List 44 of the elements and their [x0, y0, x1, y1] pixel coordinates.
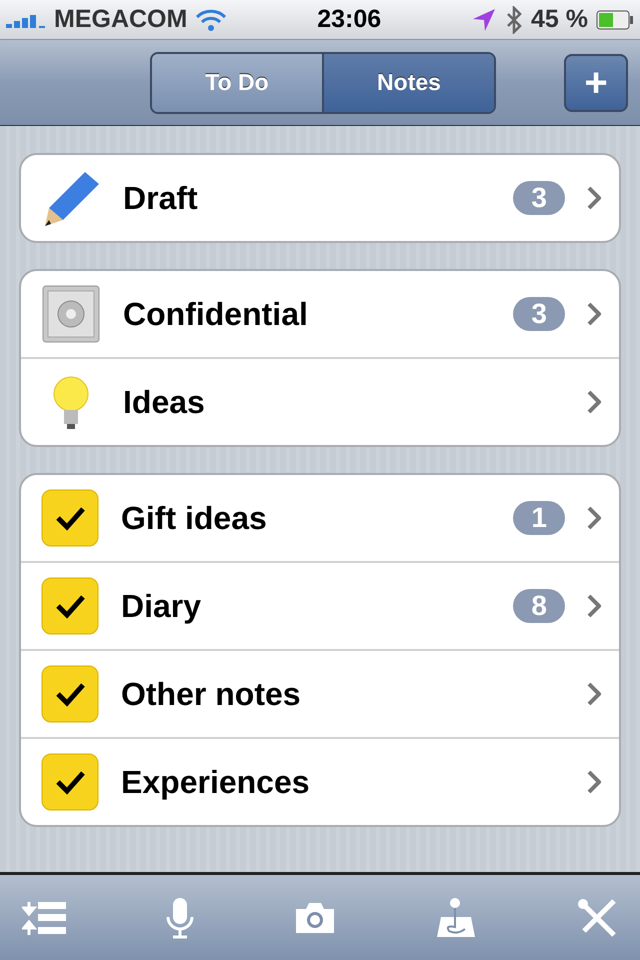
map-pin-icon[interactable]: [435, 896, 477, 938]
clock-time: 23:06: [317, 5, 382, 34]
chevron-icon: [587, 390, 601, 414]
battery-percent: 45 %: [531, 5, 588, 34]
row-title: Gift ideas: [121, 500, 268, 536]
checkbox-icon: [41, 489, 99, 547]
chevron-icon: [587, 594, 601, 618]
microphone-icon[interactable]: [165, 896, 195, 938]
safe-icon: [41, 284, 101, 344]
count-badge: 1: [513, 501, 565, 535]
checkbox-icon: [41, 665, 99, 723]
list-row[interactable]: Confidential 3: [21, 271, 619, 357]
list-row[interactable]: Draft 3: [21, 155, 619, 241]
chevron-icon: [587, 506, 601, 530]
row-title: Ideas: [123, 384, 206, 420]
checkbox-icon: [41, 753, 99, 811]
list-row[interactable]: Gift ideas 1: [21, 475, 619, 561]
chevron-icon: [587, 186, 601, 210]
camera-icon[interactable]: [294, 900, 336, 934]
count-badge: 3: [513, 181, 565, 215]
carrier-name: MEGACOM: [54, 5, 188, 34]
chevron-icon: [587, 770, 601, 794]
checkbox-icon: [41, 577, 99, 635]
reorder-list-icon[interactable]: [22, 900, 66, 936]
row-title: Diary: [121, 588, 202, 624]
bluetooth-icon: [505, 6, 524, 34]
row-title: Other notes: [121, 676, 302, 712]
tools-icon[interactable]: [576, 896, 618, 938]
row-title: Experiences: [121, 764, 311, 800]
list-row[interactable]: Other notes: [21, 649, 619, 737]
count-badge: 3: [513, 297, 565, 331]
count-badge: 8: [513, 589, 565, 623]
row-title: Draft: [123, 180, 199, 216]
wifi-icon: [195, 8, 228, 32]
list-row[interactable]: Ideas: [21, 357, 619, 445]
chevron-icon: [587, 302, 601, 326]
list-row[interactable]: Diary 8: [21, 561, 619, 649]
battery-icon: [596, 10, 634, 30]
segment-tab[interactable]: Notes: [322, 54, 494, 112]
location-arrow-icon: [471, 6, 498, 32]
add-button[interactable]: +: [564, 54, 628, 112]
row-title: Confidential: [123, 296, 309, 332]
list-row[interactable]: Experiences: [21, 737, 619, 825]
chevron-icon: [587, 682, 601, 706]
